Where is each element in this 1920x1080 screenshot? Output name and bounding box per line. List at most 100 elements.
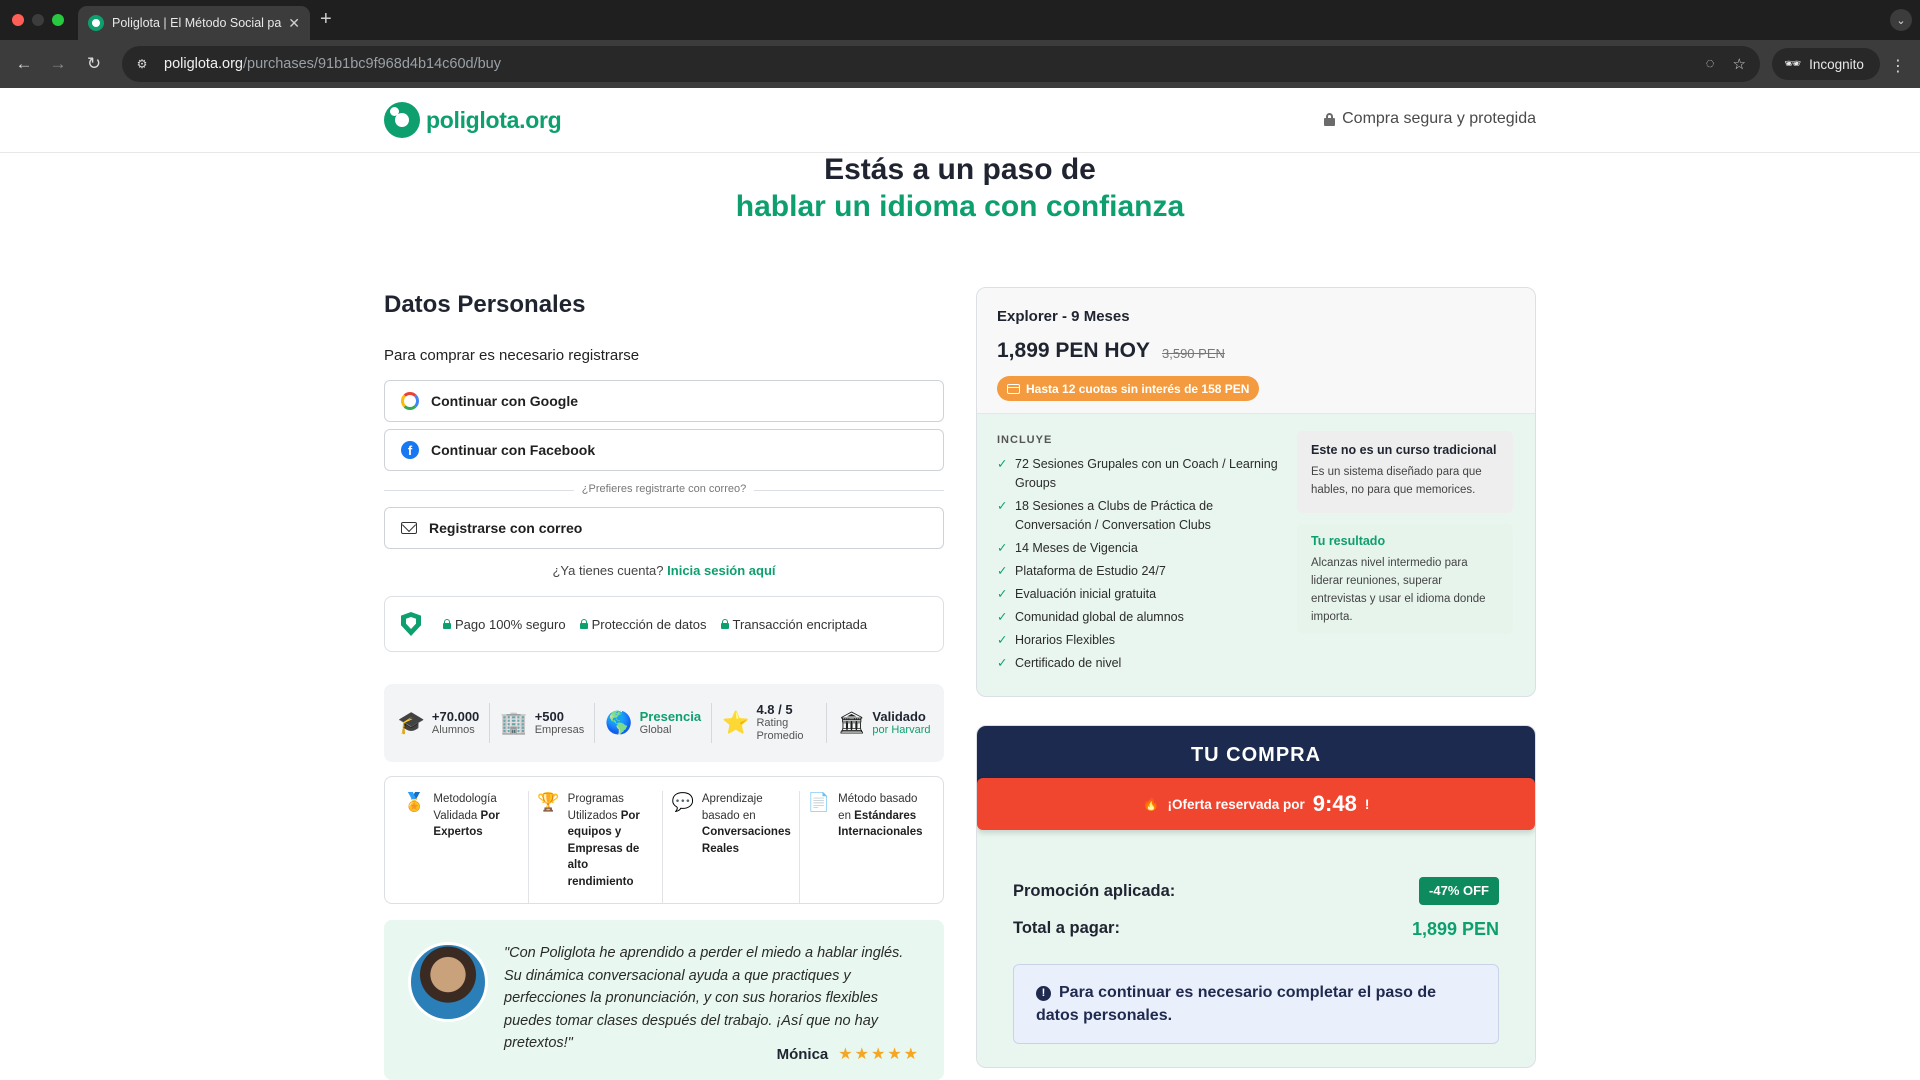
url-host: poliglota.org (164, 56, 243, 72)
browser-menu-icon[interactable]: ⋮ (1890, 56, 1906, 76)
include-item: Certificado de nivel (997, 654, 1287, 673)
installments-text: Hasta 12 cuotas sin interés de 158 PEN (1026, 381, 1250, 396)
stat-companies: 🏢 +500 Empresas (489, 703, 594, 743)
stat-value: +500 (534, 708, 564, 724)
hero-title: Estás a un paso de (824, 153, 1096, 186)
login-link[interactable]: Inicia sesión aquí (667, 563, 775, 578)
email-register-button[interactable]: Registrarse con correo (384, 507, 944, 549)
feature-item: 💬 Aprendizaje basado en Conversaciones R… (662, 791, 798, 903)
tab-title: Poliglota | El Método Social para (112, 16, 283, 30)
reload-icon[interactable]: ↻ (82, 52, 106, 76)
speech-bubble-icon: 💬 (671, 792, 694, 812)
stat-label: Rating Promedio (756, 717, 804, 742)
trust-item: Protección de datos (579, 617, 707, 632)
secure-text: Compra segura y protegida (1342, 110, 1536, 127)
building-icon: 🏢 (500, 710, 528, 735)
new-tab-button[interactable]: + (320, 8, 332, 31)
email-button-label: Registrarse con correo (429, 520, 583, 536)
stat-value: +70.000 (431, 708, 480, 724)
avatar (408, 942, 488, 1022)
info-icon: ! (1036, 986, 1051, 1001)
testimonial-author: Mónica ★★★★★ (777, 1044, 920, 1064)
stat-value: Presencia (639, 708, 702, 724)
stat-label: por Harvard (872, 723, 931, 736)
info-text: Para continuar es necesario completar el… (1036, 984, 1437, 1024)
includes-list: 72 Sesiones Grupales con un Coach / Lear… (997, 455, 1287, 677)
promo-label: Promoción aplicada: (1013, 882, 1176, 900)
feature-item: 📄 Método basado en Estándares Internacio… (798, 791, 933, 903)
lock-icon (1324, 112, 1336, 126)
favicon-icon (88, 15, 104, 31)
tab-close-icon[interactable]: ✕ (288, 15, 300, 32)
include-item: Plataforma de Estudio 24/7 (997, 562, 1287, 581)
stat-validated: 🏛 Validado por Harvard (826, 703, 940, 743)
trust-box: Pago 100% seguro Protección de datos Tra… (384, 596, 944, 652)
eye-off-icon[interactable]: ◌ (1706, 55, 1715, 73)
institution-icon: 🏛 (837, 710, 866, 735)
document-icon: 📄 (807, 792, 831, 812)
plan-old-price: 3,590 PEN (1162, 346, 1225, 361)
window-close-button[interactable] (12, 14, 24, 26)
stats-box: 🎓 +70.000 Alumnos 🏢 +500 Empresas 🌎 Presen… (384, 684, 944, 762)
logo[interactable]: poliglota.org (384, 102, 562, 138)
not-traditional-box: Este no es un curso tradicional Es un si… (1297, 431, 1513, 513)
stat-students: 🎓 +70.000 Alumnos (388, 703, 490, 743)
has-account-text: ¿Ya tienes cuenta? (552, 563, 664, 578)
stat-presence: 🌎 Presencia Global (594, 703, 711, 743)
site-header: poliglota.org Compra segura y protegida (0, 88, 1920, 153)
back-arrow-icon[interactable]: ← (12, 52, 36, 76)
url-text[interactable]: poliglota.org/purchases/91b1bc9f968d4b14… (164, 56, 501, 72)
stat-label: Alumnos (431, 723, 475, 736)
secure-purchase-note: Compra segura y protegida (1324, 110, 1536, 128)
site-info-icon[interactable]: ⚙ (134, 56, 150, 72)
tab-search-button[interactable]: ⌄ (1890, 9, 1912, 31)
stat-value: Validado (872, 708, 926, 724)
medal-icon: 🏅 (403, 792, 426, 812)
window-minimize-button[interactable] (32, 14, 44, 26)
google-login-button[interactable]: Continuar con Google (384, 380, 944, 422)
bookmark-star-icon[interactable]: ☆ (1733, 55, 1746, 73)
login-prompt: ¿Ya tienes cuenta? Inicia sesión aquí (384, 563, 944, 578)
trophy-icon: 🏆 (537, 792, 560, 812)
side-box-body: Es un sistema diseñado para que hables, … (1311, 466, 1482, 496)
email-divider: ¿Prefieres registrarte con correo? (384, 483, 944, 497)
stat-rating: ⭐ 4.8 / 5 Rating Promedio (711, 703, 826, 743)
total-value: 1,899 PEN (1411, 919, 1499, 939)
browser-tab[interactable]: Poliglota | El Método Social para ✕ (78, 6, 310, 40)
include-item: Comunidad global de alumnos (997, 608, 1287, 627)
window-zoom-button[interactable] (52, 14, 64, 26)
feature-bold: Conversaciones Reales (701, 826, 791, 855)
forward-arrow-icon[interactable]: → (46, 52, 70, 76)
shield-icon (401, 612, 421, 636)
stat-value: 4.8 / 5 (756, 702, 793, 717)
globe-icon: 🌎 (605, 710, 633, 735)
trust-label: Transacción encriptada (732, 616, 868, 632)
purchase-title: TU COMPRA (977, 726, 1535, 786)
feature-item: 🏅 Metodología Validada Por Expertos (395, 791, 528, 903)
facebook-button-label: Continuar con Facebook (431, 442, 596, 458)
address-bar[interactable]: ⚙ poliglota.org/purchases/91b1bc9f968d4b… (122, 46, 1760, 82)
author-name: Mónica (776, 1045, 829, 1063)
google-icon (401, 392, 419, 410)
offer-countdown: 🔥 ¡Oferta reservada por 9:48 ! (977, 778, 1535, 830)
offer-text: ¡Oferta reservada por (1167, 796, 1305, 812)
info-alert: ! Para continuar es necesario completar e… (1013, 964, 1499, 1044)
rating-stars-icon: ★★★★★ (838, 1046, 920, 1063)
trust-label: Pago 100% seguro (455, 616, 566, 632)
offer-end: ! (1364, 796, 1370, 812)
promo-badge: -47% OFF (1419, 877, 1499, 905)
trust-item: Transacción encriptada (720, 616, 868, 632)
stat-label: Global (639, 723, 672, 736)
feature-text: Programas Utilizados (567, 793, 624, 822)
include-item: 18 Sesiones a Clubs de Práctica de Conve… (997, 497, 1287, 535)
divider-text: ¿Prefieres registrarte con correo? (573, 483, 755, 495)
plan-card: Explorer - 9 Meses 1,899 PEN HOY 3,590 P… (976, 287, 1536, 697)
feature-bold: Estándares Internacionales (838, 809, 923, 839)
lock-icon (720, 619, 729, 629)
offer-timer: 9:48 (1312, 791, 1357, 816)
incognito-button[interactable]: 🕶 Incognito (1772, 48, 1880, 80)
browser-toolbar: ← → ↻ ⚙ poliglota.org/purchases/91b1bc9f… (0, 40, 1920, 88)
facebook-login-button[interactable]: f Continuar con Facebook (384, 429, 944, 471)
google-button-label: Continuar con Google (431, 393, 578, 409)
result-box: Tu resultado Alcanzas nivel intermedio p… (1297, 524, 1513, 634)
